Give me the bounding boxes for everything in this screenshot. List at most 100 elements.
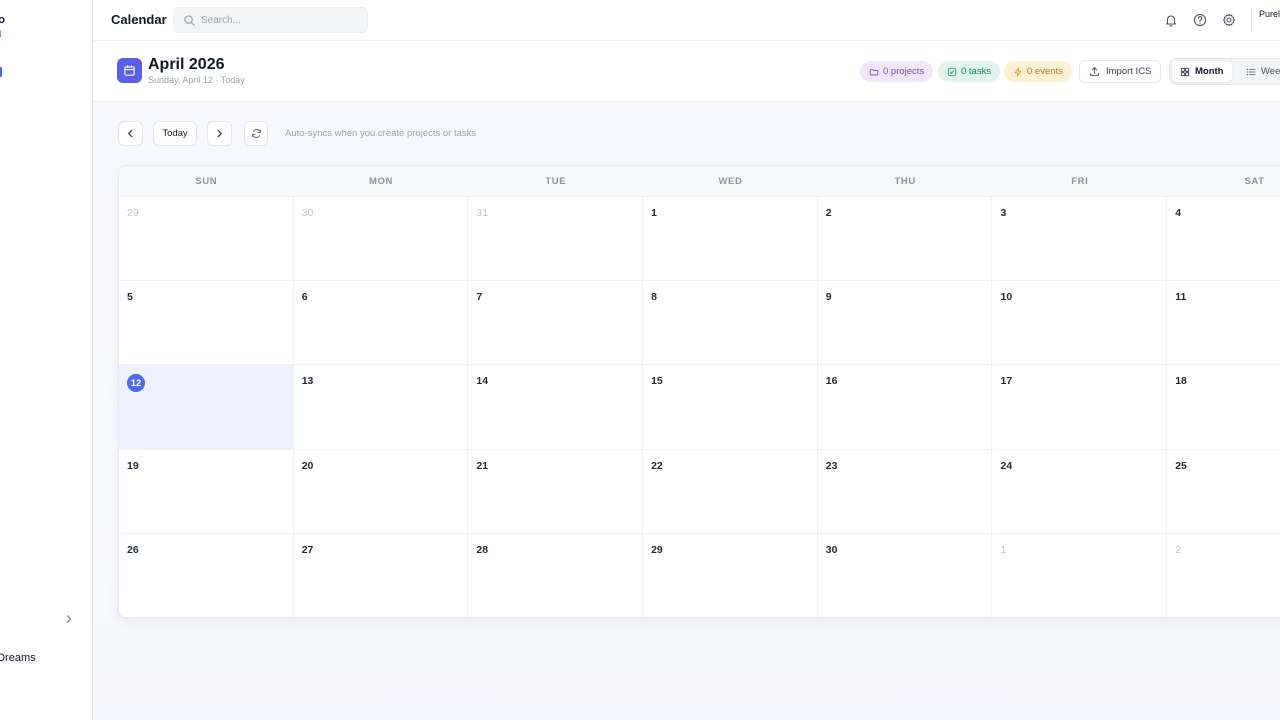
calendar-day-cell[interactable]: 28 — [468, 533, 644, 617]
sync-button[interactable] — [244, 121, 268, 146]
folder-icon — [869, 68, 879, 75]
day-number: 1 — [1000, 543, 1007, 556]
calendar-day-cell[interactable]: 5 — [119, 281, 294, 366]
calendar-day-cell[interactable]: 24 — [992, 449, 1168, 534]
calendar-day-cell[interactable]: 30 — [817, 533, 993, 617]
main-content: April 2026 Sunday, April 12 · Today 0 pr… — [93, 41, 1280, 720]
sidebar-collapse-button[interactable] — [62, 612, 76, 626]
day-number: 3 — [1000, 207, 1007, 219]
calendar-day-cell[interactable]: 1 — [992, 533, 1168, 617]
calendar-day-cell[interactable]: 22 — [643, 449, 818, 534]
calendar-day-cell[interactable]: 21 — [468, 449, 644, 534]
next-month-button[interactable] — [207, 121, 232, 146]
events-count-label: 0 events — [1027, 66, 1063, 77]
month-view-button[interactable]: Month — [1172, 61, 1232, 82]
day-number: 7 — [476, 291, 483, 304]
sidebar-brand-subtitle: N — [0, 29, 2, 39]
page-title: Calendar — [111, 12, 167, 27]
day-number: 30 — [301, 207, 314, 219]
help-circle-icon[interactable] — [1193, 13, 1207, 27]
calendar-day-cell[interactable]: 3 — [992, 197, 1168, 282]
top-bar: Calendar Purel — [93, 0, 1280, 41]
calendar-day-cell[interactable]: 19 — [119, 449, 294, 534]
month-view-label: Month — [1195, 66, 1224, 77]
weekday-header-tue: TUE — [545, 176, 567, 187]
day-number: 22 — [651, 459, 663, 472]
calendar-day-cell[interactable]: 2 — [1167, 533, 1280, 617]
day-number: 23 — [825, 459, 838, 472]
day-number: 24 — [1000, 459, 1013, 472]
weekday-header-thu: THU — [894, 176, 916, 187]
tasks-count-badge[interactable]: 0 tasks — [938, 61, 1001, 82]
calendar-day-cell-today[interactable]: 12 — [119, 365, 294, 450]
day-number: 5 — [127, 291, 133, 304]
bell-icon[interactable] — [1164, 13, 1178, 27]
gear-icon[interactable] — [1222, 13, 1236, 27]
calendar-day-cell[interactable]: 8 — [643, 281, 818, 366]
day-number: 16 — [825, 375, 838, 388]
calendar-day-cell[interactable]: 20 — [293, 449, 469, 534]
calendar-day-cell[interactable]: 9 — [817, 281, 993, 366]
view-toggle: Month Week — [1169, 58, 1280, 85]
calendar-day-cell[interactable]: 18 — [1167, 365, 1280, 450]
day-number: 31 — [476, 207, 489, 219]
search-box[interactable] — [173, 7, 368, 33]
calendar-day-cell[interactable]: 14 — [468, 365, 644, 450]
check-square-icon — [947, 67, 957, 76]
calendar-day-cell[interactable]: 31 — [468, 197, 644, 282]
weekday-header-sun: SUN — [195, 176, 218, 187]
day-number: 1 — [651, 207, 657, 219]
list-icon — [1246, 68, 1256, 75]
day-number: 21 — [476, 459, 489, 472]
calendar-day-cell[interactable]: 29 — [119, 197, 294, 282]
events-count-badge[interactable]: 0 events — [1004, 61, 1072, 82]
day-number: 18 — [1175, 375, 1187, 388]
weekday-header-fri: FRI — [1071, 176, 1089, 187]
day-number: 14 — [476, 375, 489, 388]
day-number: 17 — [1000, 375, 1013, 388]
day-number: 19 — [127, 459, 139, 472]
import-ics-button[interactable]: Import ICS — [1079, 60, 1162, 83]
today-button[interactable]: Today — [153, 121, 197, 146]
calendar-day-cell[interactable]: 29 — [643, 533, 818, 617]
chevron-right-icon — [66, 615, 72, 623]
calendar-icon — [124, 65, 135, 76]
calendar-day-cell[interactable]: 1 — [643, 197, 818, 282]
day-number: 13 — [301, 375, 314, 388]
calendar-day-cell[interactable]: 13 — [293, 365, 469, 450]
projects-count-badge[interactable]: 0 projects — [860, 61, 934, 82]
calendar-day-cell[interactable]: 10 — [992, 281, 1168, 366]
calendar-day-cell[interactable]: 11 — [1167, 281, 1280, 366]
sidebar-brand-name[interactable]: ro — [0, 14, 5, 26]
day-number: 8 — [651, 291, 657, 304]
calendar-day-cell[interactable]: 16 — [817, 365, 993, 450]
import-ics-label: Import ICS — [1106, 66, 1152, 77]
day-number: 11 — [1175, 291, 1187, 304]
calendar-day-cell[interactable]: 30 — [293, 197, 469, 282]
chevron-left-icon — [128, 129, 133, 138]
previous-month-button[interactable] — [118, 121, 143, 146]
calendar-day-cell[interactable]: 17 — [992, 365, 1168, 450]
day-number: 2 — [825, 207, 832, 219]
tasks-count-label: 0 tasks — [961, 66, 992, 77]
weekday-header-row: SUN MON TUE WED THU FRI SAT — [119, 166, 1280, 197]
calendar-day-cell[interactable]: 25 — [1167, 449, 1280, 534]
week-view-button[interactable]: Week — [1238, 61, 1280, 82]
calendar-day-cell[interactable]: 6 — [293, 281, 469, 366]
calendar-day-cell[interactable]: 27 — [293, 533, 469, 617]
month-title: April 2026 — [148, 56, 225, 73]
calendar-day-cell[interactable]: 4 — [1167, 197, 1280, 282]
day-number: 29 — [651, 543, 663, 556]
topbar-divider — [1251, 8, 1252, 32]
day-number: 15 — [651, 375, 663, 388]
calendar-day-cell[interactable]: 26 — [119, 533, 294, 617]
calendar-day-cell[interactable]: 2 — [817, 197, 993, 282]
calendar-day-cell[interactable]: 23 — [817, 449, 993, 534]
calendar-day-cell[interactable]: 7 — [468, 281, 644, 366]
calendar-day-cell[interactable]: 15 — [643, 365, 818, 450]
day-number: 27 — [301, 543, 314, 556]
search-input[interactable] — [201, 12, 361, 29]
user-name[interactable]: Purel — [1259, 9, 1280, 19]
sidebar-user-name[interactable]: oDreams — [0, 652, 36, 664]
sidebar: ro N oDreams — [0, 0, 93, 720]
